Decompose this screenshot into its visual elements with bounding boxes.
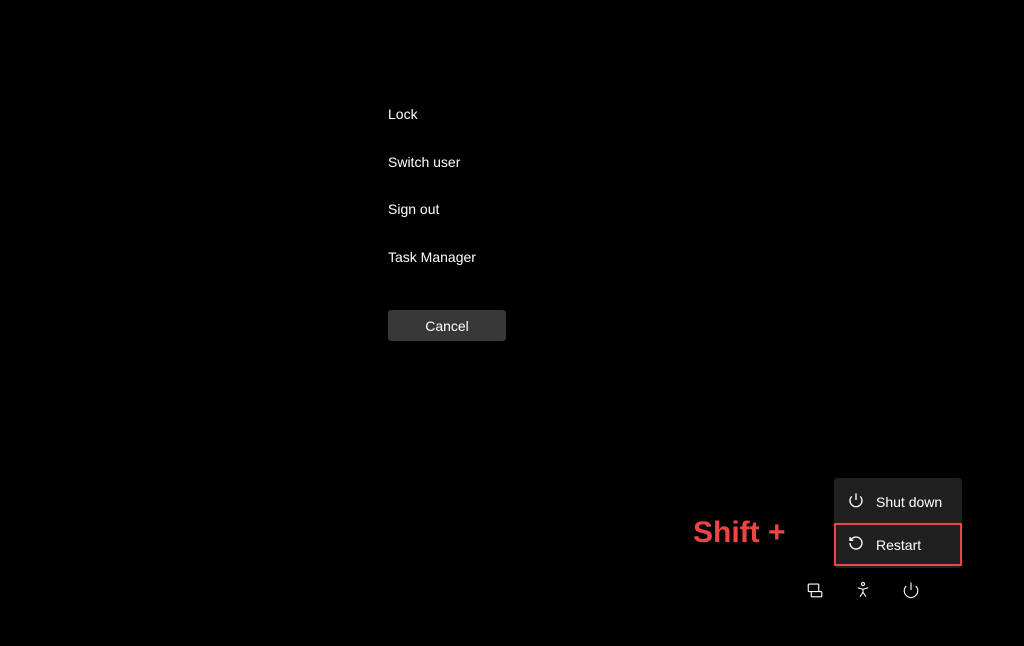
power-button[interactable] [902,583,920,601]
network-button[interactable] [806,583,824,601]
annotation-shift-plus: Shift + [693,516,786,550]
restart-icon [848,535,864,554]
switch-user-option[interactable]: Switch user [388,153,476,173]
accessibility-button[interactable] [854,583,872,601]
shutdown-option[interactable]: Shut down [834,480,962,523]
restart-option[interactable]: Restart [834,523,962,566]
restart-label: Restart [876,537,921,553]
power-icon [848,492,864,511]
bottom-icon-bar [806,583,920,601]
power-icon [902,581,920,604]
network-icon [806,581,824,604]
shutdown-label: Shut down [876,494,942,510]
sign-out-option[interactable]: Sign out [388,200,476,220]
security-options-menu: Lock Switch user Sign out Task Manager [388,105,476,267]
cancel-button[interactable]: Cancel [388,310,506,341]
task-manager-option[interactable]: Task Manager [388,248,476,268]
lock-option[interactable]: Lock [388,105,476,125]
accessibility-icon [854,581,872,604]
power-menu-popup: Shut down Restart [834,478,962,568]
